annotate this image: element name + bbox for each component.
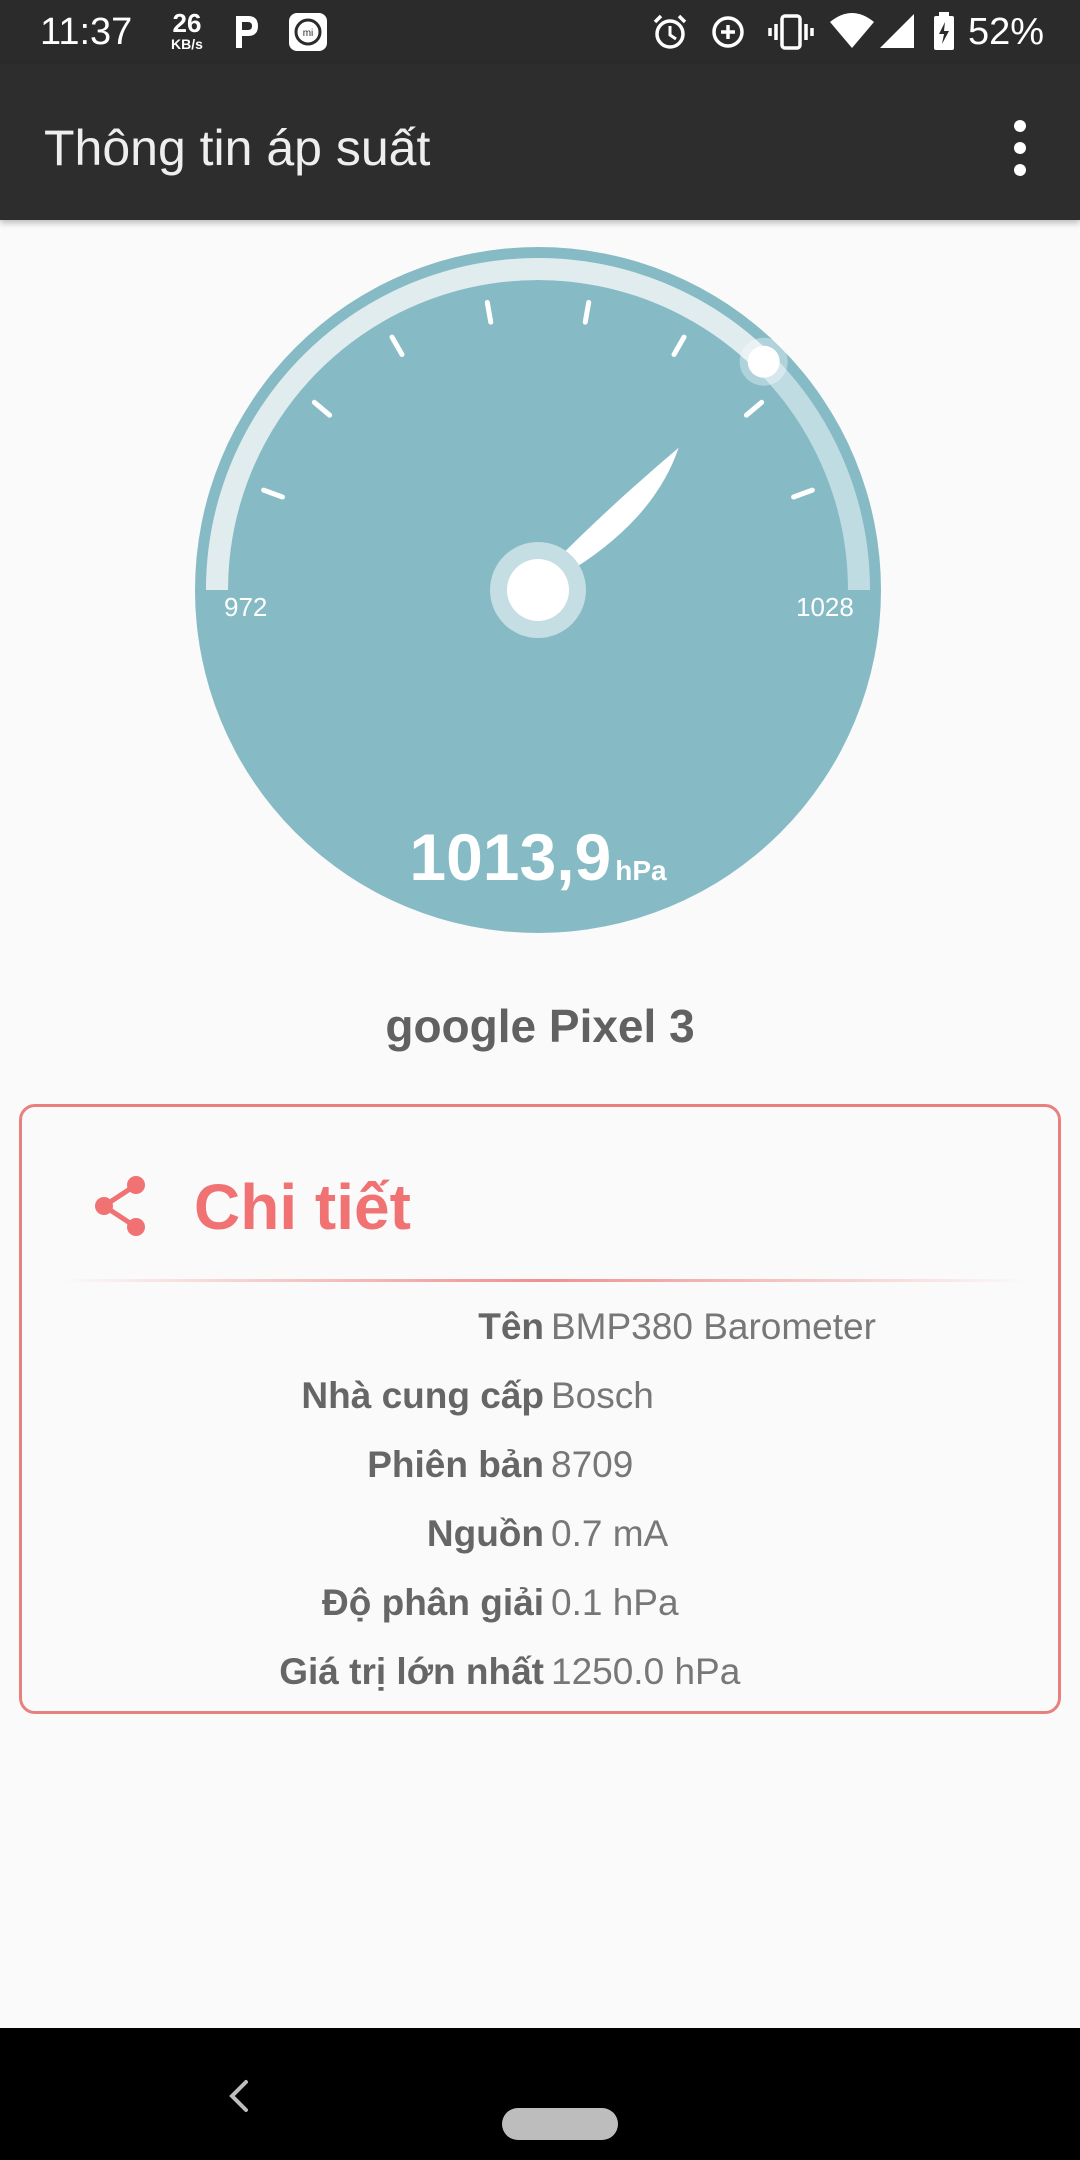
detail-value: 0.1 hPa xyxy=(551,1582,679,1623)
detail-row-vendor: Nhà cung cấp Bosch xyxy=(22,1362,1058,1431)
back-icon[interactable] xyxy=(218,2066,258,2126)
details-card: Chi tiết Tên BMP380 Barometer Nhà cung c… xyxy=(19,1104,1061,1714)
details-divider xyxy=(58,1279,1028,1282)
gauge-value: 1013,9 xyxy=(409,820,612,894)
data-saver-icon xyxy=(712,16,744,48)
details-table: Tên BMP380 Barometer Nhà cung cấp Bosch … xyxy=(22,1293,1058,1707)
mi-app-icon: mi xyxy=(289,13,327,51)
svg-text:mi: mi xyxy=(303,28,314,39)
gauge-max-label: 1028 xyxy=(796,592,854,622)
navigation-bar xyxy=(0,2028,1080,2160)
detail-row-name: Tên BMP380 Barometer xyxy=(22,1293,1058,1362)
detail-value: 0.7 mA xyxy=(551,1513,669,1554)
home-pill-icon[interactable] xyxy=(502,2108,618,2140)
detail-label: Nhà cung cấp xyxy=(301,1375,544,1416)
gauge-indicator xyxy=(747,345,780,378)
share-icon[interactable] xyxy=(86,1171,156,1241)
app-bar: Thông tin áp suất xyxy=(0,64,1080,220)
gauge-tick xyxy=(484,299,494,325)
page-title: Thông tin áp suất xyxy=(44,120,431,176)
status-bar: 11:37 26 KB/s mi 52% xyxy=(0,0,1080,64)
battery-percent: 52% xyxy=(968,11,1045,53)
gauge-unit: hPa xyxy=(615,855,667,886)
alarm-icon xyxy=(653,14,687,49)
detail-row-resolution: Độ phân giải 0.1 hPa xyxy=(22,1569,1058,1638)
detail-value: 8709 xyxy=(551,1444,634,1485)
detail-label: Phiên bản xyxy=(367,1444,544,1485)
battery-icon xyxy=(934,12,954,50)
detail-label: Độ phân giải xyxy=(322,1582,544,1623)
detail-value: 1250.0 hPa xyxy=(551,1651,741,1692)
detail-value: Bosch xyxy=(551,1375,654,1416)
vibrate-icon xyxy=(768,14,814,50)
more-vert-icon[interactable] xyxy=(990,108,1050,188)
status-time: 11:37 xyxy=(40,11,133,53)
gauge-tick xyxy=(582,299,592,325)
device-name: google Pixel 3 xyxy=(385,1000,695,1052)
detail-row-version: Phiên bản 8709 xyxy=(22,1431,1058,1500)
detail-label: Nguồn xyxy=(426,1513,544,1554)
network-speed-value: 26 xyxy=(172,8,202,38)
signal-icon xyxy=(880,14,914,48)
gauge-min-label: 972 xyxy=(224,592,268,622)
network-speed-unit: KB/s xyxy=(171,36,203,52)
detail-row-power: Nguồn 0.7 mA xyxy=(22,1500,1058,1569)
details-title: Chi tiết xyxy=(194,1171,411,1243)
gauge-reading: 1013,9 hPa xyxy=(193,817,883,897)
wifi-icon xyxy=(830,13,874,48)
network-speed: 26 KB/s xyxy=(162,10,212,52)
detail-value: BMP380 Barometer xyxy=(551,1306,876,1347)
gauge-hub xyxy=(507,559,569,621)
detail-row-max-range: Giá trị lớn nhất 1250.0 hPa xyxy=(22,1638,1058,1707)
parking-icon xyxy=(236,16,258,48)
detail-label: Tên xyxy=(478,1306,544,1347)
detail-label: Giá trị lớn nhất xyxy=(279,1651,544,1692)
